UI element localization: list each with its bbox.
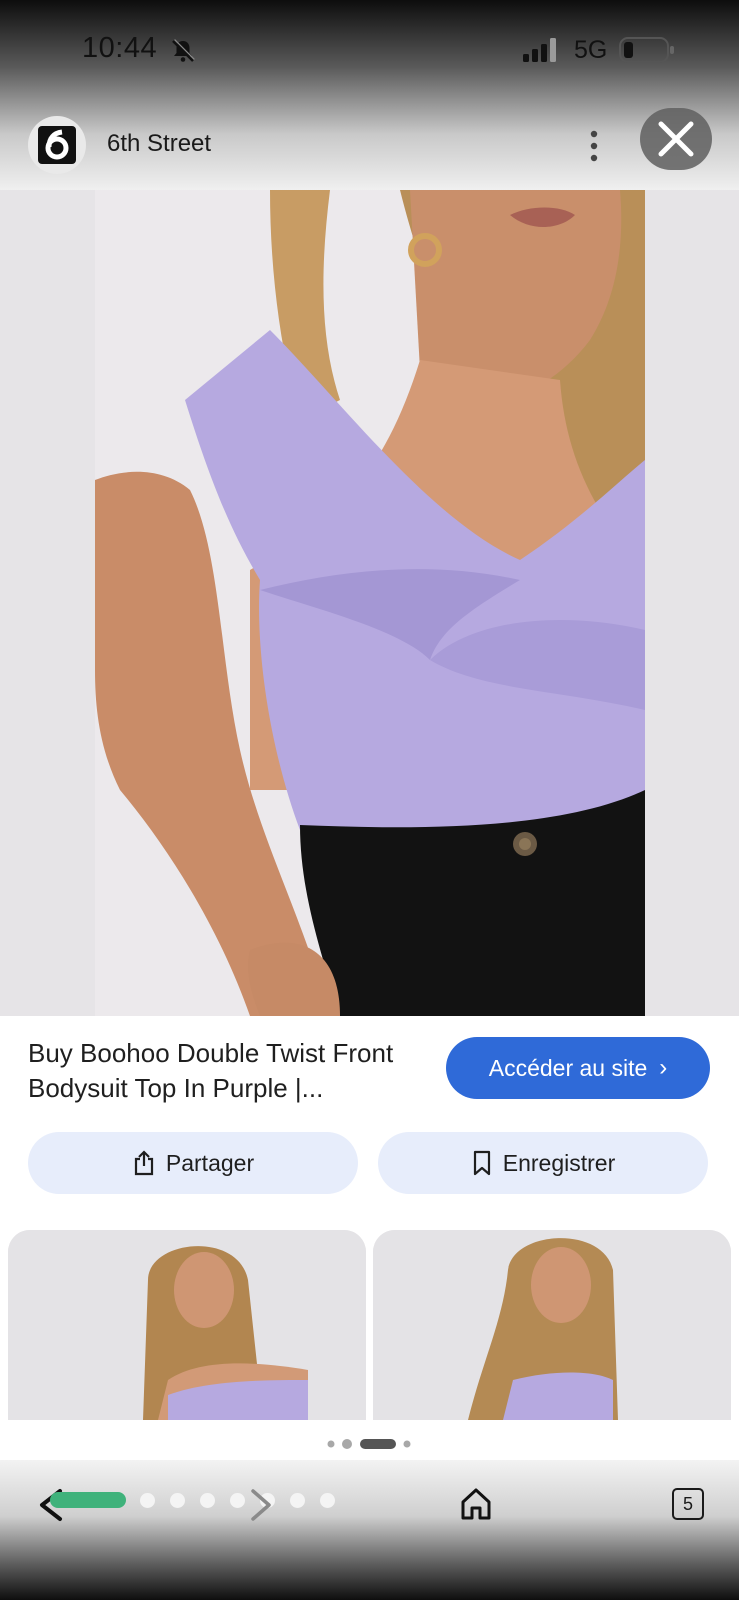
close-button[interactable] — [640, 108, 712, 170]
step-dot — [230, 1493, 245, 1508]
step-dot — [290, 1493, 305, 1508]
pager-dot — [403, 1440, 411, 1448]
step-dot — [170, 1493, 185, 1508]
step-dot — [320, 1493, 335, 1508]
share-button[interactable]: Partager — [28, 1132, 358, 1194]
chevron-right-icon: › — [659, 1054, 668, 1081]
network-label: 5G — [574, 36, 608, 64]
close-icon — [658, 121, 694, 157]
image-pager — [327, 1439, 411, 1449]
main-product-image[interactable] — [0, 190, 739, 1016]
home-icon[interactable] — [458, 1486, 494, 1522]
more-vert-icon[interactable] — [578, 126, 610, 166]
related-image-2[interactable] — [373, 1230, 731, 1420]
tabs-button[interactable]: 5 — [672, 1488, 704, 1520]
related-photo-2 — [373, 1230, 731, 1420]
status-bar: 10:44 5G — [0, 0, 739, 100]
pager-dot — [342, 1439, 352, 1449]
related-image-1[interactable] — [8, 1230, 366, 1420]
signal-icon — [523, 38, 556, 62]
related-photo-1 — [8, 1230, 366, 1420]
source-logo[interactable] — [28, 116, 86, 174]
tab-count: 5 — [682, 1493, 693, 1514]
visit-site-button[interactable]: Accéder au site › — [446, 1037, 710, 1099]
share-label: Partager — [165, 1149, 255, 1176]
step-dot — [200, 1493, 215, 1508]
progress-indicator — [50, 1492, 126, 1508]
save-label: Enregistrer — [502, 1149, 616, 1176]
chevron-right-icon[interactable] — [248, 1488, 274, 1522]
visit-site-label: Accéder au site — [488, 1054, 648, 1081]
source-name[interactable]: 6th Street — [107, 130, 211, 158]
share-icon — [134, 1150, 153, 1176]
pager-dot — [327, 1440, 335, 1448]
bell-off-icon — [172, 39, 195, 62]
pager-dot-active — [360, 1439, 396, 1449]
product-photo — [0, 190, 739, 1016]
battery-icon — [619, 37, 674, 63]
bookmark-icon — [473, 1150, 490, 1176]
source-header: 6th Street — [0, 108, 739, 188]
result-title[interactable]: Buy Boohoo Double Twist Front Bodysuit T… — [28, 1036, 428, 1106]
bottom-bar — [0, 1460, 739, 1600]
six-logo-icon — [38, 126, 76, 164]
status-time: 10:44 — [82, 32, 158, 64]
save-button[interactable]: Enregistrer — [378, 1132, 708, 1194]
step-dot — [140, 1493, 155, 1508]
